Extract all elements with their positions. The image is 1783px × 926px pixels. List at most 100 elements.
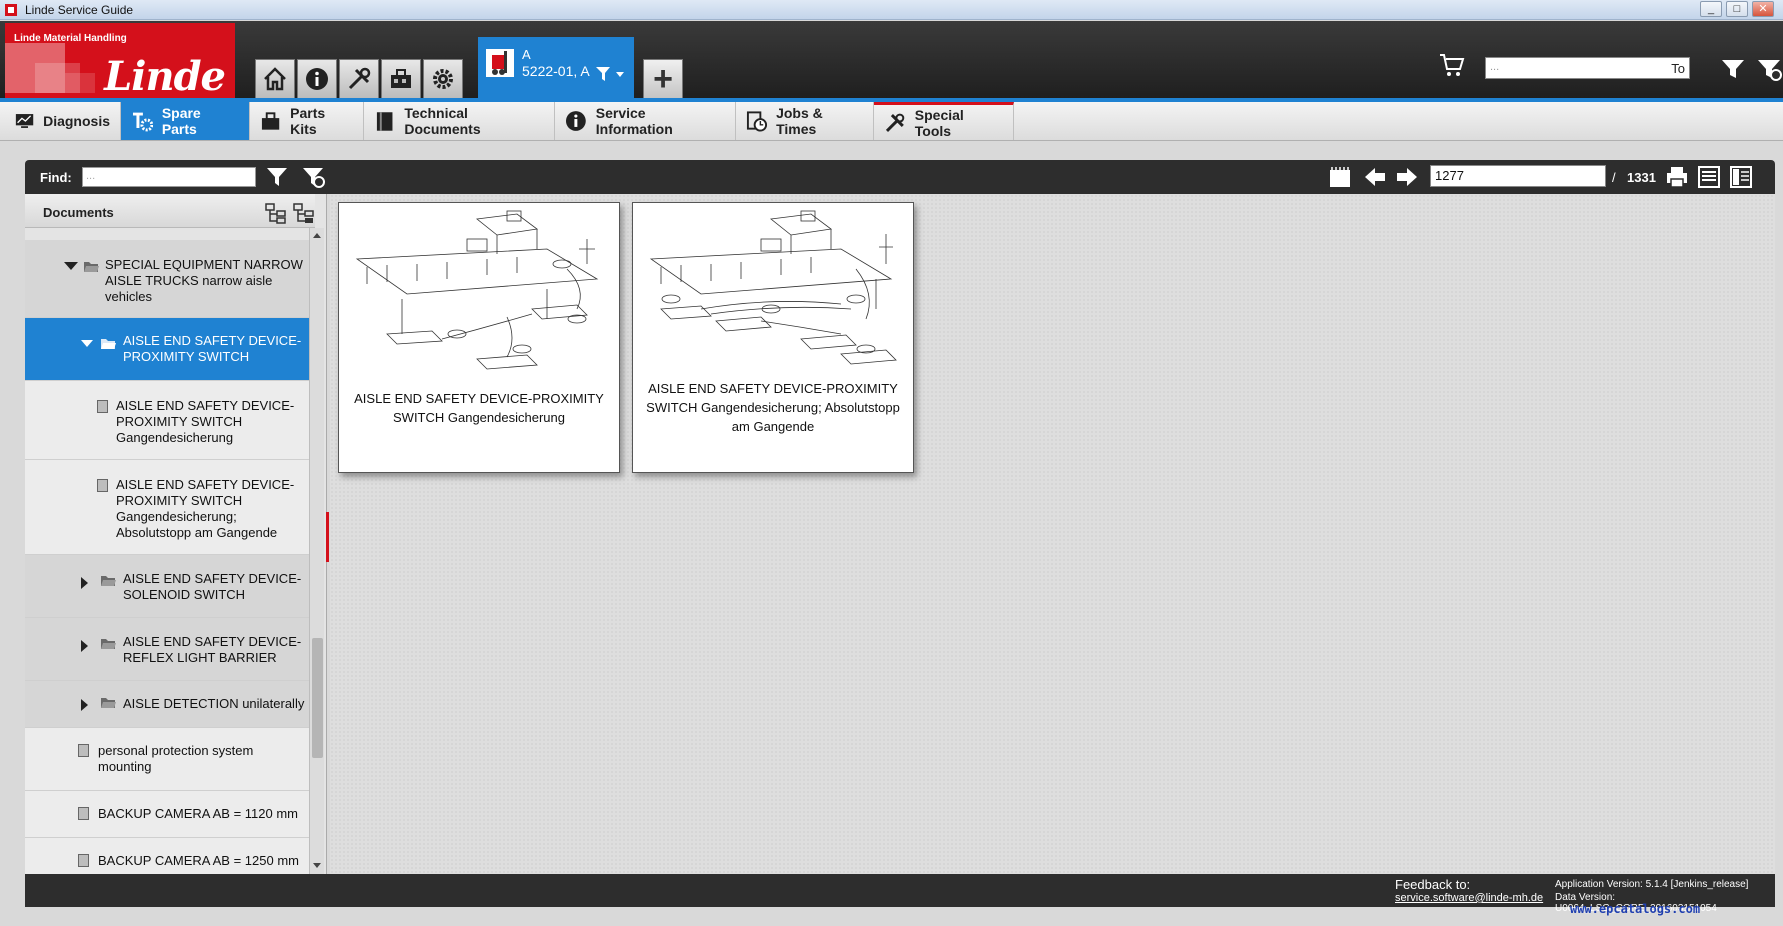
illustration-card[interactable]: AISLE END SAFETY DEVICE-PROXIMITY SWITCH… <box>632 202 914 473</box>
page-number-input[interactable]: 1277 <box>1430 165 1606 187</box>
tree-node-label: Absolutstopp am Gangende <box>116 525 278 540</box>
settings-button[interactable] <box>423 59 463 99</box>
notepad-icon[interactable] <box>1328 165 1352 189</box>
expand-tree-icon[interactable] <box>293 202 317 224</box>
tab-technical-documents[interactable]: Technical Documents <box>364 102 555 140</box>
tab-service-information[interactable]: Service Information <box>555 102 736 140</box>
close-button[interactable]: ✕ <box>1752 1 1774 17</box>
tree-node-label: PROXIMITY SWITCH <box>123 349 250 364</box>
linde-logo: Linde Material Handling Linde <box>5 23 235 102</box>
scroll-down-icon[interactable] <box>313 863 321 868</box>
tab-special-tools[interactable]: Special Tools <box>874 102 1014 140</box>
parts-kit-icon <box>391 69 411 88</box>
tree-node-special-equipment[interactable]: SPECIAL EQUIPMENT NARROW AISLE TRUCKS na… <box>25 240 309 318</box>
find-input[interactable]: ... <box>82 167 256 187</box>
splitter-marker[interactable] <box>326 512 329 562</box>
monitor-icon <box>15 114 34 128</box>
tab-parts-kits[interactable]: Parts Kits <box>250 102 364 140</box>
home-button[interactable] <box>255 59 295 99</box>
info-button[interactable] <box>297 59 337 99</box>
app-version: Application Version: 5.1.4 [Jenkins_rele… <box>1555 879 1749 890</box>
tree-node-document[interactable]: BACKUP CAMERA AB = 1120 mm <box>25 791 309 838</box>
scroll-up-icon[interactable] <box>313 233 321 238</box>
list-view-icon[interactable] <box>1697 165 1721 189</box>
tree-node-label: SOLENOID SWITCH <box>123 587 246 602</box>
book-icon <box>376 112 393 131</box>
app-header: Linde Material Handling Linde A 5222-01,… <box>0 21 1783 102</box>
collapsed-arrow-icon[interactable] <box>81 699 88 711</box>
expanded-arrow-icon[interactable] <box>64 262 78 270</box>
tools-button[interactable] <box>339 59 379 99</box>
exploded-diagram-image <box>355 210 599 370</box>
card-caption: am Gangende <box>731 419 815 434</box>
info-icon <box>565 111 586 131</box>
illustration-card[interactable]: AISLE END SAFETY DEVICE-PROXIMITY SWITCH… <box>338 202 620 473</box>
tree-node-document[interactable]: personal protection system mounting <box>25 728 309 791</box>
maximize-button[interactable]: □ <box>1726 1 1748 17</box>
feedback-email-link[interactable]: service.software@linde-mh.de <box>1395 892 1543 904</box>
tab-label: Jobs & Times <box>776 105 823 137</box>
tree-node-label: AISLE END SAFETY DEVICE- <box>123 634 302 649</box>
documents-header: Documents <box>25 194 315 228</box>
tree-node-aisle-detection[interactable]: AISLE DETECTION unilaterally <box>25 681 309 728</box>
filter-clear-icon[interactable] <box>301 165 325 189</box>
card-caption: SWITCH Gangendesicherung; Absolutstopp <box>646 400 900 415</box>
document-icon <box>78 807 89 820</box>
card-caption: AISLE END SAFETY DEVICE-PROXIMITY <box>648 381 898 396</box>
tree-node-solenoid-switch[interactable]: AISLE END SAFETY DEVICE- SOLENOID SWITCH <box>25 555 309 618</box>
documents-toolbar: Find: ... 1277 / 1331 <box>25 160 1775 194</box>
vehicle-type: A <box>522 47 531 62</box>
tree-node-proximity-switch[interactable]: AISLE END SAFETY DEVICE- PROXIMITY SWITC… <box>25 318 309 381</box>
prev-page-icon[interactable] <box>1363 165 1387 189</box>
tree-scrollbar[interactable] <box>309 228 324 874</box>
folder-open-icon <box>84 262 99 272</box>
filter-clear-icon[interactable] <box>1756 57 1782 81</box>
info-icon <box>306 68 328 90</box>
tree-node-label: personal protection system <box>98 743 254 758</box>
tab-label: Diagnosis <box>43 113 110 129</box>
tab-jobs-times[interactable]: Jobs & Times <box>736 102 874 140</box>
search-placeholder: ... <box>1490 61 1500 73</box>
filter-icon[interactable] <box>265 165 289 189</box>
minimize-button[interactable]: _ <box>1700 1 1722 17</box>
tree-node-label: Gangendesicherung <box>116 430 234 445</box>
tab-label: Special Tools <box>914 106 964 139</box>
split-view-icon[interactable] <box>1729 165 1753 189</box>
collapsed-arrow-icon[interactable] <box>81 577 88 589</box>
search-scope-dropdown[interactable]: To <box>1671 61 1685 76</box>
parts-kit-icon <box>261 112 280 130</box>
tree-node-label: BACKUP CAMERA AB = 1250 mm <box>98 853 299 868</box>
collapsed-arrow-icon[interactable] <box>81 640 88 652</box>
tab-diagnosis[interactable]: Diagnosis <box>5 102 121 140</box>
vehicle-tab[interactable]: A 5222-01, A <box>478 37 634 101</box>
add-vehicle-button[interactable]: + <box>643 59 683 99</box>
tree-node-document[interactable]: BACKUP CAMERA AB = 1250 mm <box>25 838 309 874</box>
tree-node-document[interactable]: AISLE END SAFETY DEVICE- PROXIMITY SWITC… <box>25 381 309 460</box>
tree-node-label: PROXIMITY SWITCH <box>116 414 243 429</box>
tree-node-label: AISLE END SAFETY DEVICE- <box>116 477 295 492</box>
scroll-thumb[interactable] <box>312 638 323 758</box>
tab-spare-parts[interactable]: Spare Parts <box>121 102 250 140</box>
next-page-icon[interactable] <box>1395 165 1419 189</box>
tree-node-label: Gangendesicherung; <box>116 509 237 524</box>
filter-dropdown-icon[interactable] <box>596 67 626 83</box>
cart-icon[interactable] <box>1438 51 1466 79</box>
expanded-arrow-icon[interactable] <box>81 340 93 347</box>
document-icon <box>97 400 108 413</box>
tab-label: Parts Kits <box>290 105 326 137</box>
logo-subtitle: Linde Material Handling <box>14 33 127 44</box>
search-input[interactable]: ... To <box>1485 57 1690 79</box>
card-caption: AISLE END SAFETY DEVICE-PROXIMITY <box>354 391 604 406</box>
tree-node-document[interactable]: AISLE END SAFETY DEVICE- PROXIMITY SWITC… <box>25 460 309 555</box>
print-icon[interactable] <box>1665 165 1689 189</box>
parts-kit-button[interactable] <box>381 59 421 99</box>
home-icon <box>264 67 286 91</box>
collapse-tree-icon[interactable] <box>265 202 289 224</box>
document-icon <box>97 479 108 492</box>
filter-icon[interactable] <box>1720 57 1746 81</box>
tools-icon <box>885 113 905 132</box>
tree-node-label: AISLE END SAFETY DEVICE- <box>116 398 295 413</box>
tree-node-label: AISLE TRUCKS narrow aisle <box>105 273 273 288</box>
tab-label: Spare Parts <box>161 105 201 137</box>
tree-node-reflex-light-barrier[interactable]: AISLE END SAFETY DEVICE- REFLEX LIGHT BA… <box>25 618 309 681</box>
